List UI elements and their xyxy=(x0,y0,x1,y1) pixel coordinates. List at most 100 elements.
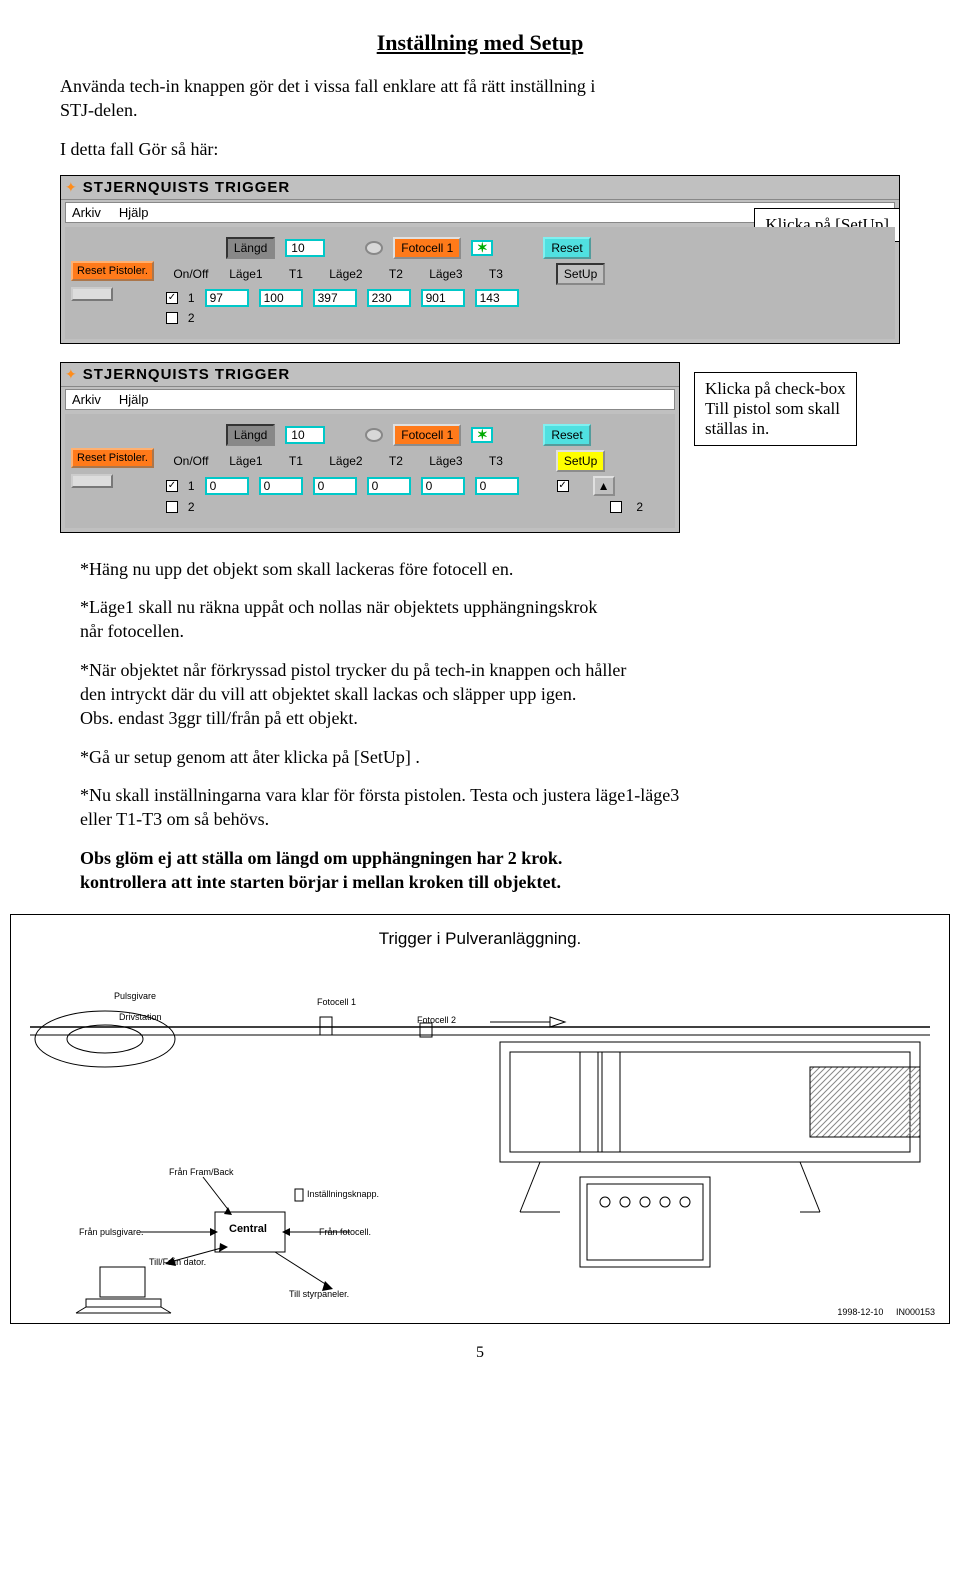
r2-c5[interactable]: 0 xyxy=(421,477,465,495)
langd-label: Längd xyxy=(226,237,275,259)
rownum-2b: 2 xyxy=(188,500,195,514)
extra-num2: 2 xyxy=(636,500,643,514)
lbl-drivstation: Drivstation xyxy=(119,1012,162,1022)
extra-icon[interactable]: ▲ xyxy=(593,476,615,496)
langd-value[interactable]: 10 xyxy=(285,239,325,257)
lbl-fc2: Fotocell 2 xyxy=(417,1015,456,1025)
r1-c3[interactable]: 397 xyxy=(313,289,357,307)
callout2-l1: Klicka på check-box xyxy=(705,379,846,398)
checkbox-row2[interactable] xyxy=(166,312,178,324)
hdr-t2: T2 xyxy=(376,267,416,281)
lbl-franfb: Från Fram/Back xyxy=(169,1167,234,1177)
hdr-lage2b: Läge2 xyxy=(326,454,366,468)
lbl-fc1: Fotocell 1 xyxy=(317,997,356,1007)
b6-l2: kontrollera att inte starten börjar i me… xyxy=(80,872,561,892)
r2-c3[interactable]: 0 xyxy=(313,477,357,495)
bullet6: Obs glöm ej att ställa om längd om upphä… xyxy=(60,846,900,895)
hdr-t3: T3 xyxy=(476,267,516,281)
app-window-1: ✦ STJERNQUISTS TRIGGER Arkiv Hjälp Reset… xyxy=(60,175,900,344)
hdr-onoff2: On/Off xyxy=(166,454,216,468)
setup-button-1[interactable]: SetUp xyxy=(556,263,605,285)
reset-button[interactable]: Reset xyxy=(543,237,590,259)
menu-arkiv[interactable]: Arkiv xyxy=(72,205,101,220)
app-window-2: ✦ STJERNQUISTS TRIGGER Arkiv Hjälp Reset… xyxy=(60,362,680,533)
r1-c1[interactable]: 97 xyxy=(205,289,249,307)
lbl-tillfran: Till/Från dator. xyxy=(149,1257,206,1267)
checkbox-extra-2[interactable] xyxy=(610,501,622,513)
hdr-onoff: On/Off xyxy=(166,267,216,281)
diagram-frame: Trigger i Pulveranläggning. xyxy=(10,914,950,1324)
status-indicator2 xyxy=(365,428,383,442)
intro-line3: I detta fall Gör så här: xyxy=(60,137,900,161)
app-panel: Reset Pistoler. Längd 10 Fotocell 1 ✶ Re… xyxy=(65,227,895,339)
hdr-lage1b: Läge1 xyxy=(226,454,266,468)
app-icon: ✦ xyxy=(65,179,77,196)
bullet4: *Gå ur setup genom att åter klicka på [S… xyxy=(60,745,900,769)
r2-c1[interactable]: 0 xyxy=(205,477,249,495)
reset-pistoler-button2[interactable]: Reset Pistoler. xyxy=(71,448,154,468)
r1-c5[interactable]: 901 xyxy=(421,289,465,307)
intro-line1: Använda tech-in knappen gör det i vissa … xyxy=(60,76,595,96)
page-number: 5 xyxy=(60,1344,900,1362)
fotocell-button2[interactable]: Fotocell 1 xyxy=(393,424,461,446)
checkbox-row1b[interactable]: ✓ xyxy=(166,480,178,492)
r2-c2[interactable]: 0 xyxy=(259,477,303,495)
b3-l3: Obs. endast 3ggr till/från på ett objekt… xyxy=(80,708,358,728)
checkbox-row1[interactable]: ✓ xyxy=(166,292,178,304)
callout-checkbox: Klicka på check-box Till pistol som skal… xyxy=(694,372,857,446)
b6-l1: Obs glöm ej att ställa om längd om upphä… xyxy=(80,848,562,868)
lbl-tillstyr: Till styrpaneler. xyxy=(289,1289,349,1299)
rownum-1b: 1 xyxy=(188,479,195,493)
r1-c6[interactable]: 143 xyxy=(475,289,519,307)
b2-l2: når fotocellen. xyxy=(80,621,184,641)
b2-l1: *Läge1 skall nu räkna uppåt och nollas n… xyxy=(80,597,597,617)
bullet5: *Nu skall inställningarna vara klar för … xyxy=(60,783,900,832)
diagram-footer: 1998-12-10 IN000153 xyxy=(837,1307,935,1317)
rownum-2: 2 xyxy=(188,311,195,325)
menu-hjalp2[interactable]: Hjälp xyxy=(119,392,149,407)
status-indicator xyxy=(365,241,383,255)
pistol-icon2 xyxy=(71,474,113,488)
pistol-icon xyxy=(71,287,113,301)
menu-arkiv2[interactable]: Arkiv xyxy=(72,392,101,407)
checkbox-row2b[interactable] xyxy=(166,501,178,513)
reset-pistoler-button[interactable]: Reset Pistoler. xyxy=(71,261,154,281)
hdr-lage1: Läge1 xyxy=(226,267,266,281)
callout2-l3: ställas in. xyxy=(705,419,769,438)
checkbox-extra-1[interactable]: ✓ xyxy=(557,480,569,492)
lbl-central: Central xyxy=(229,1223,267,1235)
hdr-lage3b: Läge3 xyxy=(426,454,466,468)
titlebar: ✦ STJERNQUISTS TRIGGER xyxy=(61,176,899,200)
app-panel2: Reset Pistoler. Längd 10 Fotocell 1 ✶ xyxy=(65,414,675,528)
menu-hjalp[interactable]: Hjälp xyxy=(119,205,149,220)
r2-c6[interactable]: 0 xyxy=(475,477,519,495)
langd-value2[interactable]: 10 xyxy=(285,426,325,444)
r1-c4[interactable]: 230 xyxy=(367,289,411,307)
intro-line2: STJ-delen. xyxy=(60,100,137,120)
app-icon2: ✦ xyxy=(65,366,77,383)
rownum-1: 1 xyxy=(188,291,195,305)
intro-text: Använda tech-in knappen gör det i vissa … xyxy=(60,74,900,123)
page-title: Inställning med Setup xyxy=(60,30,900,56)
setup-button-2[interactable]: SetUp xyxy=(556,450,605,472)
hdr-lage2: Läge2 xyxy=(326,267,366,281)
diagram-title: Trigger i Pulveranläggning. xyxy=(19,929,941,949)
hdr-t2b: T2 xyxy=(376,454,416,468)
dia-date: 1998-12-10 xyxy=(837,1307,883,1317)
titlebar2: ✦ STJERNQUISTS TRIGGER xyxy=(61,363,679,387)
menubar2: Arkiv Hjälp xyxy=(65,389,675,410)
reset-button2[interactable]: Reset xyxy=(543,424,590,446)
lbl-franpuls: Från pulsgivare. xyxy=(79,1227,144,1237)
lbl-inst: Inställningsknapp. xyxy=(307,1189,379,1199)
lbl-pulsgivare: Pulsgivare xyxy=(114,991,156,1001)
bullet3: *När objektet når förkryssad pistol tryc… xyxy=(60,658,900,731)
fotocell-button[interactable]: Fotocell 1 xyxy=(393,237,461,259)
r1-c2[interactable]: 100 xyxy=(259,289,303,307)
bullet1: *Häng nu upp det objekt som skall lacker… xyxy=(60,557,900,581)
b5-l2: eller T1-T3 om så behövs. xyxy=(80,809,269,829)
b3-l2: den intryckt där du vill att objektet sk… xyxy=(80,684,576,704)
r2-c4[interactable]: 0 xyxy=(367,477,411,495)
hdr-t1: T1 xyxy=(276,267,316,281)
hdr-t3b: T3 xyxy=(476,454,516,468)
app-title2: STJERNQUISTS TRIGGER xyxy=(83,366,291,383)
